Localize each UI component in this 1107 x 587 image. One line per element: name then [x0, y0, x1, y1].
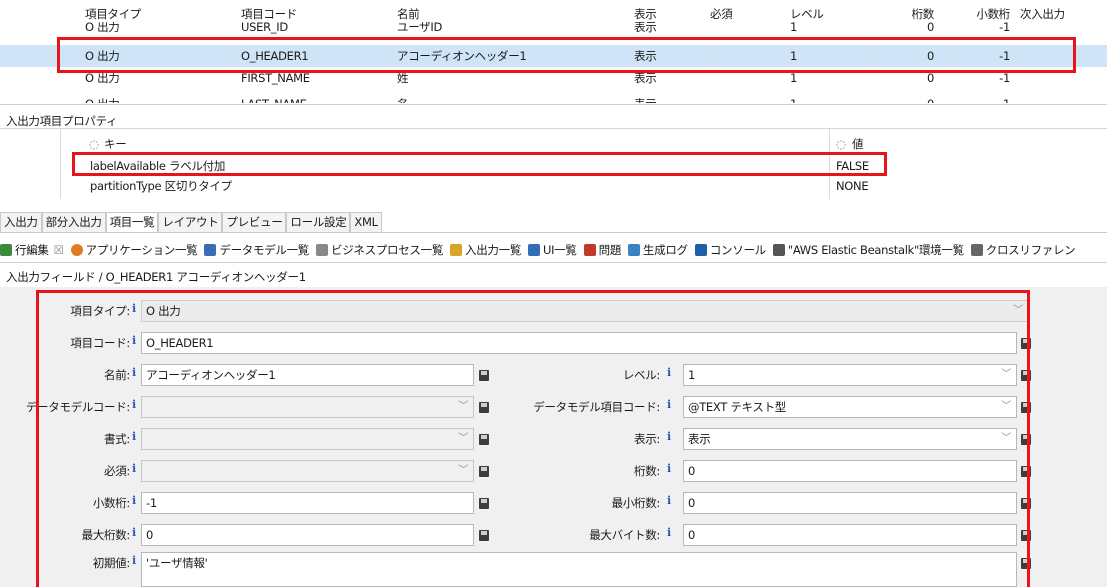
- cell-item-code: USER_ID: [241, 22, 288, 34]
- properties-header: ◌ キー ◌ 値: [0, 134, 1107, 154]
- property-value[interactable]: NONE: [836, 176, 869, 196]
- cell-digits: 0: [870, 93, 934, 103]
- view-tab-data-models[interactable]: データモデル一覧: [204, 242, 309, 258]
- key-column-header[interactable]: キー: [104, 134, 127, 154]
- view-tab-cross-reference[interactable]: クロスリファレン: [970, 242, 1076, 258]
- refresh-icon[interactable]: ◌: [836, 134, 846, 154]
- cross-reference-icon: [970, 244, 983, 256]
- aws-icon: [772, 244, 785, 256]
- cell-decimal: -1: [950, 93, 1010, 103]
- property-key: partitionType 区切りタイプ: [90, 179, 232, 193]
- tab-layout[interactable]: レイアウト: [158, 212, 223, 233]
- view-label: "AWS Elastic Beanstalk"環境一覧: [787, 243, 964, 257]
- cell-decimal: -1: [999, 22, 1010, 34]
- table-row[interactable]: O 出力 LAST_NAME 名 表示 1 0 -1: [0, 89, 1107, 103]
- refresh-icon[interactable]: ◌: [89, 134, 99, 154]
- view-label: UI一覧: [543, 243, 577, 257]
- breadcrumb: 入出力フィールド / O_HEADER1 アコーディオンヘッダー1: [6, 270, 306, 284]
- view-tab-aws[interactable]: "AWS Elastic Beanstalk"環境一覧: [772, 242, 964, 258]
- problems-icon: [583, 244, 596, 256]
- data-model-icon: [204, 244, 217, 256]
- cell-name: 名: [397, 93, 408, 103]
- divider: [0, 104, 1107, 105]
- view-tab-console[interactable]: コンソール: [694, 242, 766, 258]
- view-tab-applications[interactable]: アプリケーション一覧: [70, 242, 198, 258]
- view-tab-ui-list[interactable]: UI一覧: [528, 242, 577, 258]
- value-column-header[interactable]: 値: [852, 134, 864, 154]
- view-tab-generation-log[interactable]: 生成ログ: [628, 242, 688, 258]
- divider: [0, 232, 1107, 233]
- cell-item-code: LAST_NAME: [241, 93, 307, 103]
- highlight-property-row: [72, 152, 887, 176]
- view-tab-business-process[interactable]: ビジネスプロセス一覧: [316, 242, 443, 258]
- view-label: 入出力一覧: [465, 243, 522, 257]
- view-label: 生成ログ: [643, 243, 688, 257]
- cell-display: 表示: [634, 93, 656, 103]
- properties-title: 入出力項目プロパティ: [6, 114, 118, 128]
- view-label: アプリケーション一覧: [85, 243, 198, 257]
- application-icon: [70, 244, 83, 256]
- cell-digits: 0: [926, 22, 934, 34]
- view-tab-problems[interactable]: 問題: [583, 242, 622, 258]
- generation-log-icon: [628, 244, 641, 256]
- table-row[interactable]: O 出力 USER_ID ユーザID 表示 1 0 -1: [0, 22, 1107, 36]
- cell-item-type: O 出力: [85, 22, 120, 34]
- console-icon: [694, 244, 707, 256]
- view-label: データモデル一覧: [219, 243, 310, 257]
- view-label: ビジネスプロセス一覧: [331, 243, 444, 257]
- tab-xml[interactable]: XML: [350, 212, 382, 233]
- ui-list-icon: [528, 244, 541, 256]
- tab-io[interactable]: 入出力: [0, 212, 42, 233]
- view-label: クロスリファレン: [985, 243, 1076, 257]
- view-tabs: 行編集 ☒ アプリケーション一覧 データモデル一覧 ビジネスプロセス一覧 入出力…: [0, 239, 1082, 261]
- editor-tabs: 入出力 部分入出力 項目一覧 レイアウト プレビュー ロール設定 XML: [0, 212, 382, 233]
- view-label: 行編集: [15, 243, 49, 257]
- row-edit-icon: [0, 244, 12, 256]
- io-list-icon: [450, 244, 463, 256]
- tab-item-list[interactable]: 項目一覧: [105, 212, 159, 233]
- cell-item-type: O 出力: [85, 93, 120, 103]
- cell-level: 1: [790, 93, 797, 103]
- property-row[interactable]: partitionType 区切りタイプ NONE: [0, 176, 1107, 196]
- highlight-selected-row: [57, 37, 1076, 73]
- cell-level: 1: [790, 22, 798, 34]
- view-label: 問題: [598, 243, 622, 257]
- view-label: コンソール: [709, 243, 766, 257]
- close-icon[interactable]: ☒: [54, 243, 64, 257]
- view-tab-row-edit[interactable]: 行編集 ☒: [0, 242, 64, 258]
- cell-name: ユーザID: [397, 22, 443, 34]
- tab-preview[interactable]: プレビュー: [222, 212, 287, 233]
- tab-partial-io[interactable]: 部分入出力: [41, 212, 106, 233]
- cell-display: 表示: [634, 22, 657, 34]
- tab-role-settings[interactable]: ロール設定: [286, 212, 351, 233]
- view-tab-io-list[interactable]: 入出力一覧: [450, 242, 521, 258]
- highlight-form: [36, 290, 1030, 587]
- divider: [0, 262, 1107, 263]
- business-process-icon: [316, 244, 329, 256]
